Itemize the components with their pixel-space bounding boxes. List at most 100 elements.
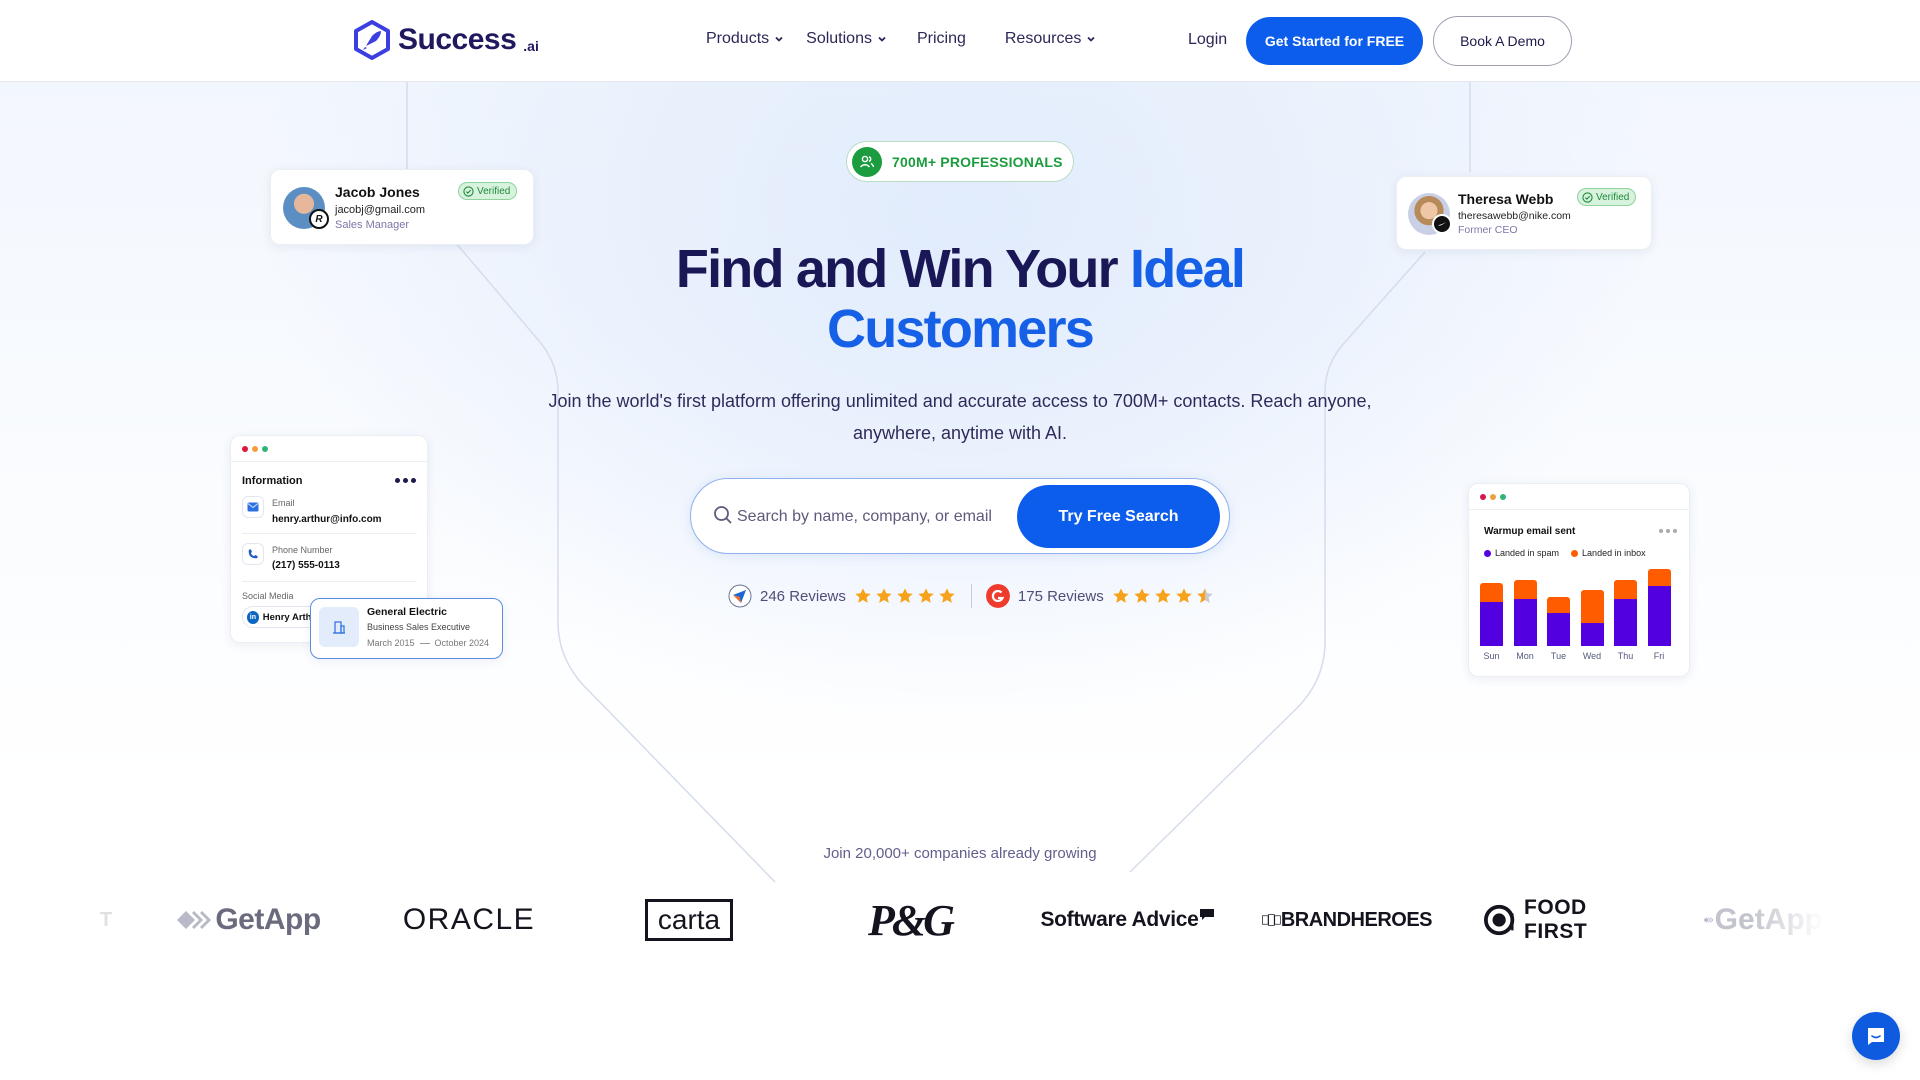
date-separator [419,642,430,644]
users-icon [852,146,882,177]
capterra-logo-icon[interactable] [728,584,752,608]
bar-fri-spam [1647,586,1671,646]
nav-resources[interactable]: Resources [1005,30,1096,48]
nav-pricing-label: Pricing [916,30,966,47]
software-advice-text: Software Advice [1040,908,1199,931]
book-demo-button[interactable]: Book A Demo [1433,16,1572,66]
star-icon [1113,588,1129,603]
bar-fri-inbox [1647,569,1671,586]
star-icon [1155,588,1171,603]
x-tick-label: Sun [1483,651,1500,661]
getapp-text: GetApp [1714,903,1823,936]
bar-tue-inbox [1547,597,1570,613]
hero-subtitle: Join the world's first platform offering… [548,391,1372,443]
profile-card-theresa: Theresa Webb theresawebb@nike.com Former… [1396,176,1652,250]
try-free-search-button[interactable]: Try Free Search [1017,485,1220,548]
top-navigation: Success .ai Products Solutions Pricing R… [0,0,1920,82]
companies-heading: Join 20,000+ companies already growing [823,845,1097,862]
end-date: October 2024 [434,638,490,648]
bar-sun-spam [1480,602,1503,646]
brandheroes-mark-icon [1262,914,1281,926]
x-tick-label: Tue [1550,651,1567,661]
reviews-divider [970,584,972,608]
x-tick-label: Fri [1653,651,1665,661]
verified-label: Verified [477,185,511,197]
chevron-down-icon [878,36,886,42]
start-date: March 2015 [367,638,415,648]
star-icon [855,588,871,603]
getapp-mark-icon [177,910,212,930]
profile-email: jacobj@gmail.com [335,204,426,216]
chevron-down-icon [1087,36,1095,42]
search-icon [714,506,732,524]
search-bar: Try Free Search [690,478,1230,554]
x-tick-label: Thu [1617,651,1634,661]
brandheroes-text: BRANDHEROES [1280,908,1433,931]
nav-products[interactable]: Products [706,30,784,48]
divider [242,581,417,582]
company-logo-carousel: T GetApp ORACLE carta P&G Software Advic… [0,890,1920,950]
hero-title-dark: Find and Win Your [675,239,1130,299]
chat-launcher-button[interactable] [1852,1012,1900,1060]
bar-thu-inbox [1614,580,1637,599]
nav-solutions[interactable]: Solutions [806,30,887,48]
star-icon [1134,588,1150,603]
hero-title-highlight: Ideal [1130,239,1246,299]
bar-wed-spam [1580,623,1604,646]
food-first-text: FOOD FIRST [1524,896,1588,943]
date-range: March 2015 October 2024 [367,638,489,648]
stacked-bar-chart: Sun Mon Tue Wed Thu Fri [1469,484,1691,678]
speech-bubble-icon [1199,909,1214,920]
hero-title-line-2: Customers [827,299,1095,359]
profile-name: Jacob Jones [335,184,420,200]
brand-name: Success [398,23,517,56]
star-icon [918,588,934,603]
phone-icon [242,543,264,565]
linkedin-icon: in [247,610,259,624]
email-value: henry.arthur@info.com [272,514,382,525]
social-media-label: Social Media [242,591,294,601]
verified-label: Verified [1596,191,1630,203]
profile-name: Theresa Webb [1458,191,1554,207]
info-title: Information [242,475,303,487]
star-icon [1176,588,1192,603]
x-tick-label: Mon [1516,651,1534,661]
more-options-icon[interactable] [395,478,416,483]
rocket-logo-icon [354,20,390,60]
x-tick-label: Wed [1582,651,1602,661]
getapp-text: GetApp [215,903,321,936]
carta-text: carta [644,899,734,941]
experience-card: General Electric Business Sales Executiv… [310,598,503,659]
bar-mon-spam [1513,599,1537,646]
nike-logo-icon [1432,214,1452,234]
software-advice-logo: Software Advice [1040,890,1215,950]
login-link[interactable]: Login [1188,31,1227,49]
food-first-mark-icon [1484,904,1515,936]
nav-pricing[interactable]: Pricing [917,30,966,48]
carta-logo: carta [637,890,741,950]
get-started-button[interactable]: Get Started for FREE [1246,17,1423,65]
verified-badge: Verified [458,182,518,200]
warmup-chart-card: Warmup email sent Landed in spam Landed … [1468,483,1690,677]
verified-badge: Verified [1577,188,1637,206]
profile-email: theresawebb@nike.com [1458,210,1571,222]
brandheroes-logo: BRANDHEROES [1262,890,1433,950]
badge-label: 700M+ PROFESSIONALS [892,153,1063,170]
half-star-icon [1197,588,1213,603]
search-input[interactable] [737,497,1007,537]
chat-icon [1868,1028,1884,1045]
oracle-logo: ORACLE [402,903,536,936]
reviews-row: 246 Reviews 175 Reviews [728,584,1217,608]
brand-suffix: .ai [523,38,539,54]
bar-thu-spam [1614,599,1637,646]
company-name: General Electric [367,606,447,618]
getapp-mark-icon [1703,917,1714,923]
main-menu: Products Solutions Pricing Resources [706,30,1096,48]
job-title: Business Sales Executive [367,622,471,632]
g2-logo-icon[interactable] [985,584,1010,608]
g2-review-count: 175 Reviews [1017,587,1104,605]
brand-logo[interactable]: Success .ai [352,20,539,60]
verified-check-icon [463,185,474,197]
logo-partial: T [99,908,113,931]
company-r-icon: R [309,209,329,229]
